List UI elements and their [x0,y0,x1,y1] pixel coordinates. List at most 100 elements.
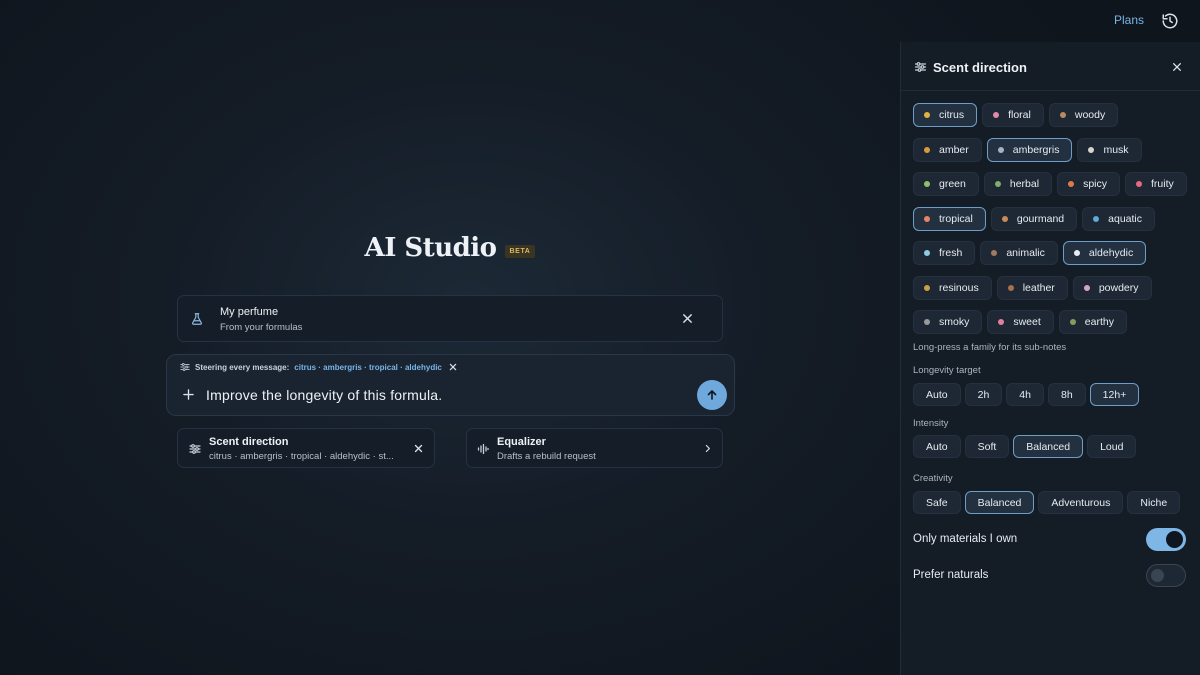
color-dot-icon [924,146,930,153]
scent-direction-panel: Scent direction citrus floral woody amber am… [900,42,1200,675]
longevity-selector: Auto 2h 4h 8h 12h+ [913,383,1140,406]
chip-musk[interactable]: musk [1077,137,1142,162]
panel-header: Scent direction [901,42,1200,91]
close-icon[interactable] [449,363,457,371]
steering-row: Steering every message: citrus · ambergr… [180,361,457,373]
chip-label: smoky [939,316,970,328]
chip-earthy[interactable]: earthy [1058,310,1127,334]
chip-smoky[interactable]: smoky [913,310,983,334]
arrow-up-icon [706,389,718,401]
color-dot-icon [1069,319,1076,325]
beta-badge: BETA [504,244,536,258]
steering-values[interactable]: citrus · ambergris · tropical · aldehydi… [294,363,442,372]
plus-icon[interactable] [183,389,194,400]
chip-row: green herbal spicy fruity [913,172,1187,196]
chip-label: woody [1074,109,1106,121]
intensity-option-auto[interactable]: Auto [913,435,961,458]
chip-floral[interactable]: floral [982,103,1044,127]
chip-amber[interactable]: amber [913,137,982,162]
color-dot-icon [924,284,930,291]
chip-leather[interactable]: leather [996,275,1068,300]
creativity-label: Creativity [913,473,953,484]
chip-label: earthy [1084,316,1114,328]
chip-row: tropical gourmand aquatic [913,206,1187,231]
chip-label: aquatic [1108,212,1142,225]
color-dot-icon [924,215,930,222]
scent-family-chips: citrus floral woody amber ambergris musk green… [913,103,1187,345]
chip-row: smoky sweet earthy [913,310,1187,334]
longevity-option-2h[interactable]: 2h [964,383,1003,406]
color-dot-icon [924,181,930,187]
plans-link[interactable]: Plans [1114,13,1144,27]
creativity-option-niche[interactable]: Niche [1127,491,1181,514]
chip-label: gourmand [1016,212,1065,225]
color-dot-icon [997,146,1004,153]
sliders-icon [180,362,190,372]
color-dot-icon [1007,284,1014,291]
chip-citrus[interactable]: citrus [913,103,978,127]
color-dot-icon [1059,112,1066,118]
chip-label: sweet [1013,316,1041,328]
panel-hint: Long-press a family for its sub-notes [913,342,1067,353]
chip-tropical[interactable]: tropical [913,206,986,231]
chip-ambergris[interactable]: ambergris [986,137,1073,162]
intensity-option-loud[interactable]: Loud [1087,435,1137,458]
perfume-subtitle: From your formulas [220,322,303,333]
chip-sweet[interactable]: sweet [987,310,1054,334]
send-button[interactable] [697,380,727,410]
sliders-icon [189,443,201,455]
close-icon[interactable] [414,444,423,453]
prefer-naturals-toggle[interactable] [1146,564,1186,587]
chip-label: amber [939,143,969,156]
equalizer-card[interactable]: Equalizer Drafts a rebuild request [466,428,723,468]
intensity-option-balanced[interactable]: Balanced [1013,435,1084,458]
close-icon[interactable] [1172,62,1182,72]
perfume-title: My perfume [220,306,279,318]
color-dot-icon [924,250,930,256]
chip-label: aldehydic [1088,247,1134,259]
creativity-option-adventurous[interactable]: Adventurous [1038,491,1124,514]
chip-herbal[interactable]: herbal [983,172,1053,196]
chip-label: animalic [1006,247,1045,259]
longevity-option-auto[interactable]: Auto [913,383,961,406]
own-materials-label: Only materials I own [913,533,1018,545]
scent-direction-card[interactable]: Scent direction citrus · ambergris · tro… [177,428,435,468]
chip-label: ambergris [1012,143,1060,156]
longevity-option-8h[interactable]: 8h [1047,383,1086,406]
chip-label: musk [1103,143,1129,156]
longevity-label: Longevity target [913,365,981,376]
chip-aquatic[interactable]: aquatic [1082,206,1155,231]
history-icon[interactable] [1161,12,1179,30]
close-icon[interactable] [682,313,693,324]
sliders-icon [914,61,927,73]
chip-label: floral [1008,109,1031,121]
chip-row: fresh animalic aldehydic [913,241,1187,265]
own-materials-toggle[interactable] [1146,528,1186,551]
chip-fresh[interactable]: fresh [913,241,976,265]
message-composer: Steering every message: citrus · ambergr… [166,354,735,416]
message-input[interactable] [206,386,686,404]
prefer-naturals-label: Prefer naturals [913,569,989,581]
intensity-option-soft[interactable]: Soft [964,435,1010,458]
chip-spicy[interactable]: spicy [1057,172,1120,196]
longevity-option-12h[interactable]: 12h+ [1089,383,1140,406]
chip-resinous[interactable]: resinous [913,275,992,300]
steering-label: Steering every message: [195,362,290,372]
chip-gourmand[interactable]: gourmand [990,206,1078,231]
creativity-option-balanced[interactable]: Balanced [964,491,1035,514]
chip-row: amber ambergris musk [913,137,1187,162]
perfume-context-card[interactable]: My perfume From your formulas [177,295,723,342]
chip-woody[interactable]: woody [1048,103,1119,127]
chip-powdery[interactable]: powdery [1072,275,1152,300]
color-dot-icon [1136,181,1142,187]
creativity-option-safe[interactable]: Safe [913,491,961,514]
chip-animalic[interactable]: animalic [980,241,1058,265]
chip-green[interactable]: green [913,172,979,196]
scent-card-subtitle: citrus · ambergris · tropical · aldehydi… [209,451,394,462]
color-dot-icon [994,181,1001,187]
longevity-option-4h[interactable]: 4h [1006,383,1044,406]
chip-fruity[interactable]: fruity [1125,172,1187,196]
color-dot-icon [1093,215,1100,222]
chip-aldehydic[interactable]: aldehydic [1062,241,1147,265]
chip-label: green [939,178,966,190]
